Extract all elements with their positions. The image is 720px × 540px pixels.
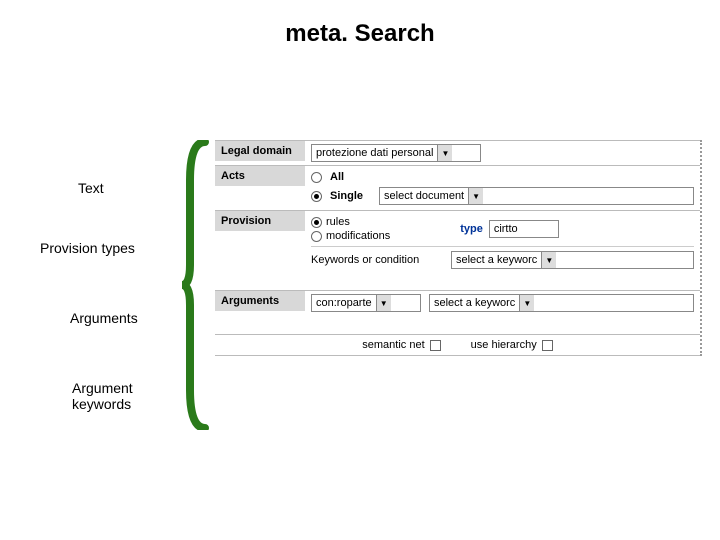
chevron-down-icon: ▼ xyxy=(437,145,452,161)
provision-type-field[interactable]: cirtto xyxy=(489,220,559,238)
acts-single-radio[interactable] xyxy=(311,191,322,202)
anno-text: Text xyxy=(78,180,104,196)
anno-arguments: Arguments xyxy=(70,310,138,326)
chevron-down-icon: ▼ xyxy=(541,252,556,268)
chevron-down-icon: ▼ xyxy=(468,188,483,204)
chevron-down-icon: ▼ xyxy=(376,295,391,311)
chevron-down-icon: ▼ xyxy=(519,295,534,311)
acts-all-label: All xyxy=(330,171,344,183)
semantic-net-checkbox[interactable] xyxy=(430,340,441,351)
anno-provision-types: Provision types xyxy=(40,240,135,256)
search-form: Legal domain protezione dati personal ▼ … xyxy=(215,140,702,356)
row-provision: Provision rules modifications type cirtt… xyxy=(215,210,700,290)
use-hierarchy-checkbox[interactable] xyxy=(542,340,553,351)
row-arguments: Arguments con:roparte ▼ select a keyworc… xyxy=(215,290,700,334)
provision-type-label: type xyxy=(460,223,483,235)
brace-icon xyxy=(180,140,210,430)
semantic-net-label: semantic net xyxy=(362,339,424,351)
acts-single-label: Single xyxy=(330,190,363,202)
anno-argument-keywords-2: keywords xyxy=(72,396,131,412)
provision-rules-radio[interactable]: rules xyxy=(311,216,390,228)
label-acts: Acts xyxy=(215,166,305,186)
label-provision: Provision xyxy=(215,211,305,231)
label-arguments: Arguments xyxy=(215,291,305,311)
page-title: meta. Search xyxy=(0,20,720,48)
use-hierarchy-label: use hierarchy xyxy=(471,339,537,351)
legal-domain-select[interactable]: protezione dati personal ▼ xyxy=(311,144,481,162)
label-legal-domain: Legal domain xyxy=(215,141,305,161)
row-acts: Acts All Single select document ▼ xyxy=(215,165,700,210)
arguments-select-2[interactable]: select a keyworc ▼ xyxy=(429,294,694,312)
acts-all-radio[interactable] xyxy=(311,172,322,183)
anno-argument-keywords-1: Argument xyxy=(72,380,133,396)
provision-keywords-select[interactable]: select a keyworc ▼ xyxy=(451,251,694,269)
row-footer: semantic net use hierarchy xyxy=(215,334,700,356)
arguments-select-1[interactable]: con:roparte ▼ xyxy=(311,294,421,312)
row-legal-domain: Legal domain protezione dati personal ▼ xyxy=(215,140,700,165)
keywords-label: Keywords or condition xyxy=(311,254,441,266)
provision-modifications-radio[interactable]: modifications xyxy=(311,230,390,242)
acts-document-select[interactable]: select document ▼ xyxy=(379,187,694,205)
